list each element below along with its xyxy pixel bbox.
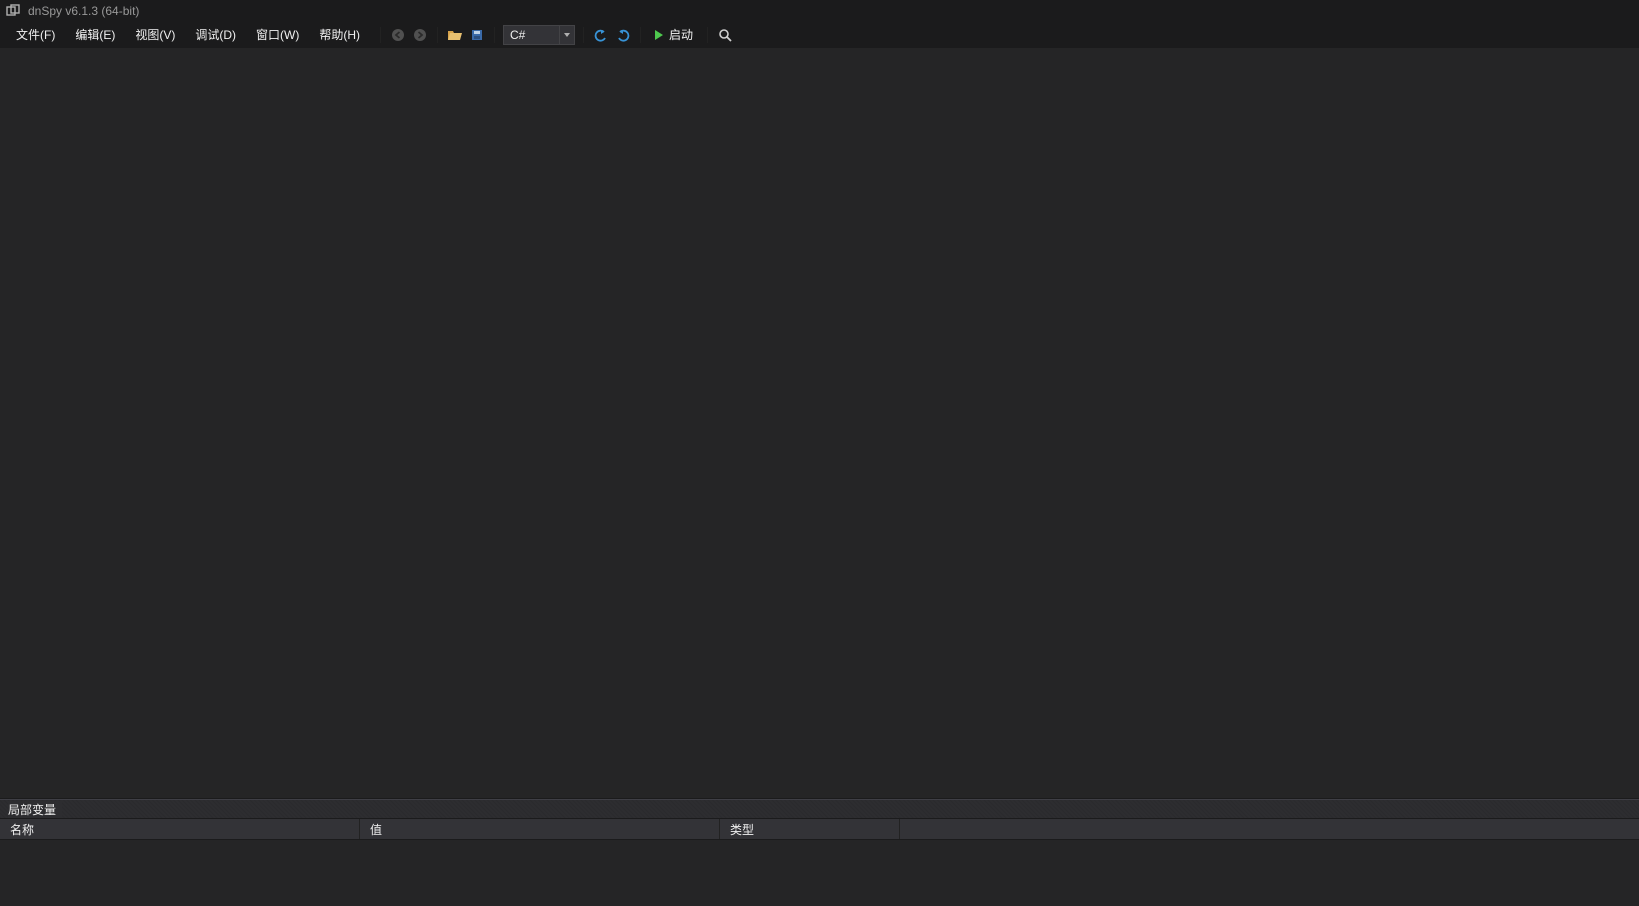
menu-debug[interactable]: 调试(D) [185,22,246,47]
search-button[interactable] [716,26,734,44]
menu-view[interactable]: 视图(V) [125,22,185,47]
toolbar-separator [707,27,708,43]
locals-col-value[interactable]: 值 [360,819,720,839]
locals-col-filler [900,819,1639,839]
play-icon [655,30,663,40]
language-select[interactable]: C# [503,25,575,45]
language-select-value: C# [510,28,559,42]
menu-file[interactable]: 文件(F) [6,22,65,47]
editor-area [0,48,1639,799]
locals-panel-body [0,840,1639,906]
toolbar-separator [640,27,641,43]
start-debug-button[interactable]: 启动 [649,25,699,45]
nav-forward-button[interactable] [411,26,429,44]
start-debug-label: 启动 [669,26,693,43]
nav-back-button[interactable] [389,26,407,44]
locals-col-type[interactable]: 类型 [720,819,900,839]
locals-panel-header[interactable]: 局部变量 [0,799,1639,819]
toolbar-separator [380,27,381,43]
menubar: 文件(F) 编辑(E) 视图(V) 调试(D) 窗口(W) 帮助(H) [0,22,1639,48]
app-title: dnSpy v6.1.3 (64-bit) [28,0,139,22]
open-file-button[interactable] [446,26,464,44]
titlebar: dnSpy v6.1.3 (64-bit) [0,0,1639,22]
save-module-button[interactable] [468,26,486,44]
redo-button[interactable] [614,26,632,44]
menu-help[interactable]: 帮助(H) [309,22,370,47]
locals-col-name[interactable]: 名称 [0,819,360,839]
toolbar: C# 启动 [374,22,736,47]
menu-window[interactable]: 窗口(W) [246,22,309,47]
locals-panel-title: 局部变量 [8,801,62,818]
toolbar-separator [437,27,438,43]
toolbar-separator [583,27,584,43]
toolbar-separator [494,27,495,43]
locals-column-headers: 名称 值 类型 [0,819,1639,840]
menu-edit[interactable]: 编辑(E) [65,22,125,47]
chevron-down-icon [559,26,574,44]
app-icon [6,4,20,18]
locals-panel: 局部变量 名称 值 类型 [0,799,1639,906]
undo-button[interactable] [592,26,610,44]
